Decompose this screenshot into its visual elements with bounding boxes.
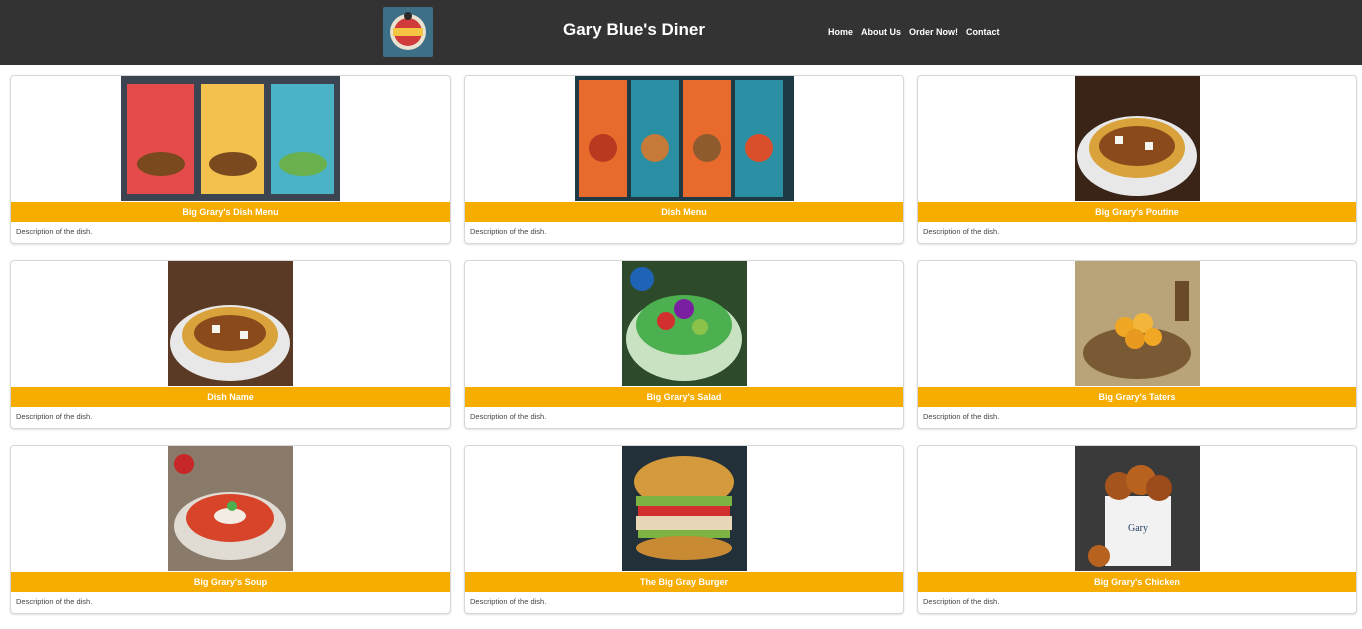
- dish-card[interactable]: Dish Menu Description of the dish.: [464, 75, 904, 244]
- dish-image-wrap: [11, 261, 450, 387]
- dish-description: Description of the dish.: [16, 412, 93, 421]
- dish-title: Big Grary's Dish Menu: [11, 202, 450, 222]
- burger-image: [621, 446, 747, 571]
- dish-card[interactable]: Dish Name Description of the dish.: [10, 260, 451, 429]
- menu-poster-image: [574, 76, 794, 201]
- dish-title: Big Grary's Chicken: [918, 572, 1356, 592]
- dish-card[interactable]: Big Grary's Taters Description of the di…: [917, 260, 1357, 429]
- dish-title: The Big Gray Burger: [465, 572, 903, 592]
- dish-image-wrap: [918, 261, 1356, 387]
- dish-card[interactable]: Gary Big Grary's Chicken Description of …: [917, 445, 1357, 614]
- poutine-image: [1074, 76, 1200, 201]
- dish-image-wrap: [465, 261, 903, 387]
- soup-image: [168, 446, 293, 571]
- site-header: Gary Blue's Diner Home About Us Order No…: [0, 0, 1362, 65]
- dish-title: Dish Name: [11, 387, 450, 407]
- dish-image-wrap: [918, 76, 1356, 202]
- dish-title: Big Grary's Soup: [11, 572, 450, 592]
- dish-image-wrap: [465, 446, 903, 572]
- dish-title: Big Grary's Poutine: [918, 202, 1356, 222]
- site-title: Gary Blue's Diner: [563, 20, 705, 39]
- dish-card[interactable]: Big Grary's Soup Description of the dish…: [10, 445, 451, 614]
- diner-logo-icon[interactable]: [383, 7, 433, 57]
- dish-card[interactable]: The Big Gray Burger Description of the d…: [464, 445, 904, 614]
- dish-description: Description of the dish.: [16, 597, 93, 606]
- dish-image-wrap: Gary: [918, 446, 1356, 572]
- dish-description: Description of the dish.: [16, 227, 93, 236]
- poutine-image: [168, 261, 293, 386]
- dish-title: Big Grary's Taters: [918, 387, 1356, 407]
- dish-card[interactable]: Big Grary's Salad Description of the dis…: [464, 260, 904, 429]
- dish-description: Description of the dish.: [470, 597, 547, 606]
- dish-card[interactable]: Big Grary's Poutine Description of the d…: [917, 75, 1357, 244]
- dish-card[interactable]: Big Grary's Dish Menu Description of the…: [10, 75, 451, 244]
- dish-description: Description of the dish.: [470, 412, 547, 421]
- dish-description: Description of the dish.: [923, 227, 1000, 236]
- dish-description: Description of the dish.: [923, 412, 1000, 421]
- dish-image-wrap: [11, 446, 450, 572]
- salad-image: [621, 261, 747, 386]
- nav-contact-link[interactable]: Contact: [966, 27, 1000, 37]
- dish-image-wrap: [11, 76, 450, 202]
- dish-image-wrap: [465, 76, 903, 202]
- dish-description: Description of the dish.: [470, 227, 547, 236]
- menu-poster-image: [121, 76, 340, 201]
- nav-home-link[interactable]: Home: [828, 27, 853, 37]
- nav-about-link[interactable]: About Us: [861, 27, 901, 37]
- dish-title: Dish Menu: [465, 202, 903, 222]
- chicken-image: Gary: [1074, 446, 1200, 571]
- nav-order-link[interactable]: Order Now!: [909, 27, 958, 37]
- dish-description: Description of the dish.: [923, 597, 1000, 606]
- main-nav: Home About Us Order Now! Contact: [828, 27, 1000, 37]
- dish-title: Big Grary's Salad: [465, 387, 903, 407]
- taters-image: [1074, 261, 1200, 386]
- dish-grid: Big Grary's Dish Menu Description of the…: [10, 75, 1357, 614]
- svg-text:Gary: Gary: [1128, 523, 1148, 534]
